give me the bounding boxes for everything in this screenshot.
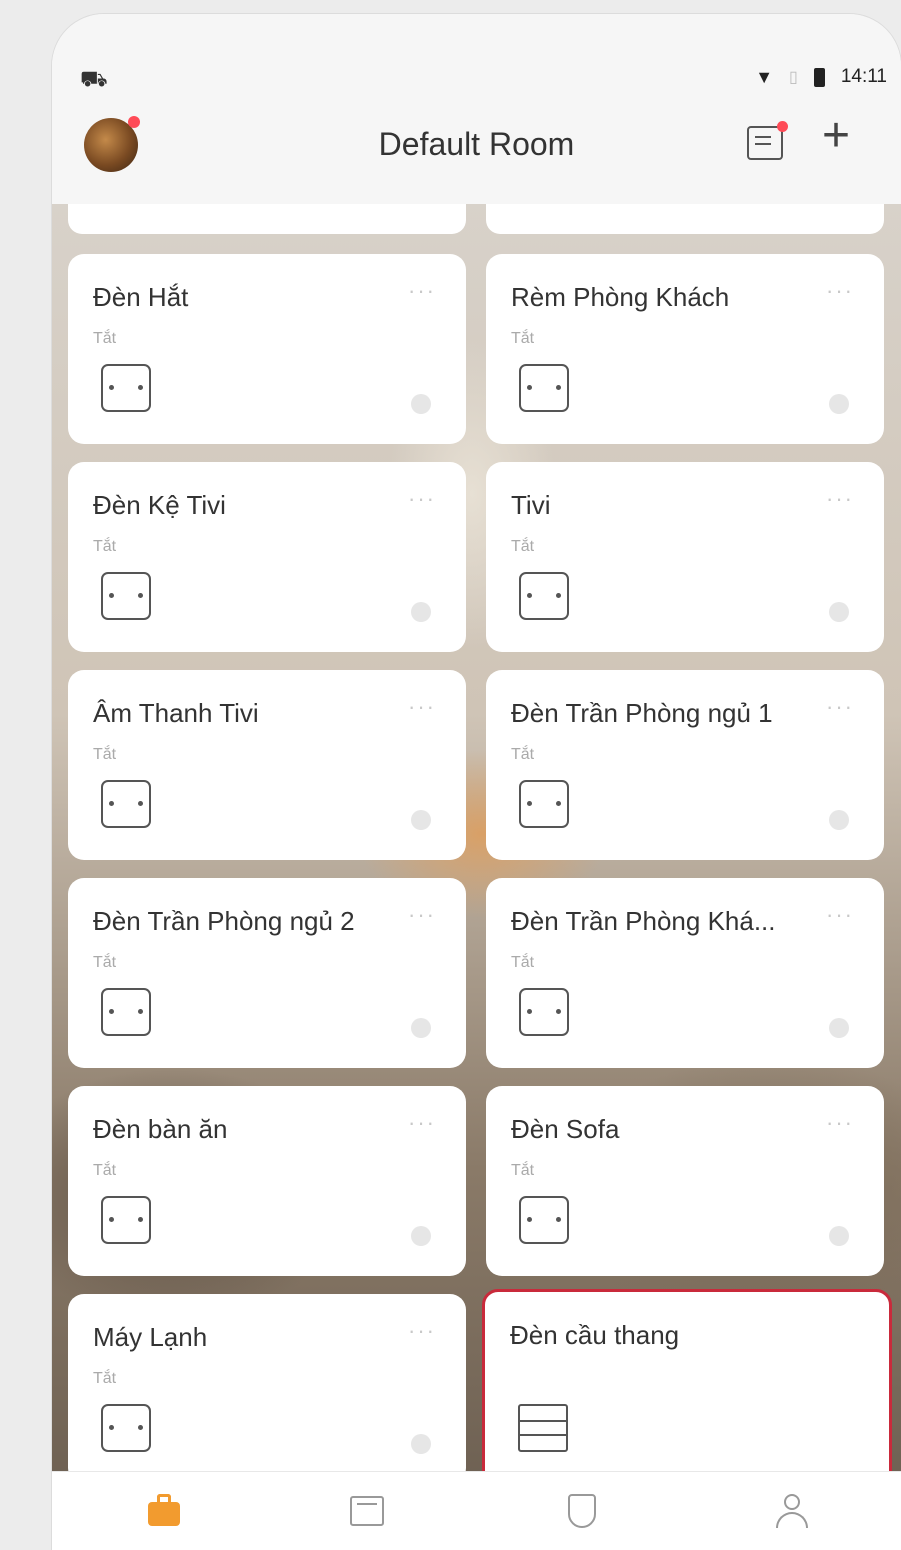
more-icon[interactable]: ··· [826,1110,854,1136]
device-name: Máy Lạnh [93,1322,208,1352]
device-name: Đèn bàn ăn [93,1114,228,1144]
device-card-partial[interactable] [486,204,884,234]
switch-icon [101,780,151,828]
device-status: Tắt [93,1370,117,1387]
more-icon[interactable]: ··· [408,1318,436,1344]
switch-icon [101,988,151,1036]
power-toggle[interactable] [829,810,849,830]
device-card[interactable]: Đèn Trần Phòng ngủ 2 ··· Tắt [68,878,466,1068]
profile-icon-body [776,1512,808,1528]
header: Default Room + [52,104,901,204]
device-name: Đèn Trần Phòng Khá... [511,906,776,936]
device-card[interactable]: Đèn Trần Phòng Khá... ··· Tắt [486,878,884,1068]
device-name: Đèn Trần Phòng ngủ 2 [93,906,355,936]
status-bar: ⛟ ▼ ▯ 14:11 [52,14,901,104]
power-toggle[interactable] [411,602,431,622]
tab-profile[interactable] [772,1492,812,1532]
notification-dot [777,121,788,132]
switch-icon [519,780,569,828]
home-icon [148,1494,180,1526]
power-toggle[interactable] [829,602,849,622]
device-card[interactable]: Đèn Sofa ··· Tắt [486,1086,884,1276]
device-status: Tắt [511,538,535,555]
wifi-icon: ▼ [755,66,774,87]
power-toggle[interactable] [829,394,849,414]
device-card-selected[interactable]: Đèn cầu thang [482,1289,892,1489]
scene-switch-icon [518,1404,568,1452]
switch-icon [101,1404,151,1452]
device-name: Đèn Hắt [93,282,189,312]
profile-icon [784,1494,800,1510]
device-name: Đèn Sofa [511,1114,620,1144]
device-status: Tắt [511,330,535,347]
device-status: Tắt [93,954,117,971]
device-status: Tắt [511,1162,535,1179]
device-card[interactable]: Đèn Hắt ··· Tắt [68,254,466,444]
sim-icon: ▯ [789,69,798,86]
power-toggle[interactable] [829,1226,849,1246]
message-icon[interactable] [747,121,788,160]
power-toggle[interactable] [411,1226,431,1246]
switch-icon [101,1196,151,1244]
device-status: Tắt [93,330,117,347]
switch-icon [519,364,569,412]
more-icon[interactable]: ··· [826,902,854,928]
switch-icon [519,572,569,620]
device-status: Tắt [511,746,535,763]
power-toggle[interactable] [411,394,431,414]
scene-icon [350,1496,384,1526]
device-card[interactable]: Rèm Phòng Khách ··· Tắt [486,254,884,444]
status-time: 14:11 [840,66,887,87]
device-card-partial[interactable] [68,204,466,234]
switch-icon [101,364,151,412]
power-toggle[interactable] [411,1434,431,1454]
device-card[interactable]: Đèn bàn ăn ··· Tắt [68,1086,466,1276]
tab-security[interactable] [562,1492,602,1532]
device-name: Âm Thanh Tivi [93,698,259,728]
app-notification-icon: ⛟ [80,66,108,91]
device-name: Đèn cầu thang [510,1320,680,1350]
device-status: Tắt [93,746,117,763]
more-icon[interactable]: ··· [408,902,436,928]
device-card[interactable]: Đèn Kệ Tivi ··· Tắt [68,462,466,652]
device-status: Tắt [93,538,117,555]
device-name: Tivi [511,490,551,520]
more-icon[interactable]: ··· [408,694,436,720]
more-icon[interactable]: ··· [408,486,436,512]
device-name: Đèn Kệ Tivi [93,490,226,520]
device-card[interactable]: Tivi ··· Tắt [486,462,884,652]
power-toggle[interactable] [829,1018,849,1038]
device-card[interactable]: Máy Lạnh ··· Tắt [68,1294,466,1484]
device-card[interactable]: Đèn Trần Phòng ngủ 1 ··· Tắt [486,670,884,860]
shield-icon [568,1494,596,1528]
tab-home[interactable] [144,1492,184,1532]
device-name: Rèm Phòng Khách [511,282,730,312]
device-status: Tắt [511,954,535,971]
device-name: Đèn Trần Phòng ngủ 1 [511,698,773,728]
device-status: Tắt [93,1162,117,1179]
more-icon[interactable]: ··· [826,486,854,512]
phone-screen: ⛟ ▼ ▯ 14:11 Default Room + Đèn Hắt ··· T… [52,14,901,1550]
power-toggle[interactable] [411,810,431,830]
bottom-tab-bar [52,1471,901,1550]
more-icon[interactable]: ··· [408,278,436,304]
switch-icon [519,988,569,1036]
tab-scene[interactable] [348,1492,388,1532]
device-card[interactable]: Âm Thanh Tivi ··· Tắt [68,670,466,860]
more-icon[interactable]: ··· [408,1110,436,1136]
more-icon[interactable]: ··· [826,278,854,304]
power-toggle[interactable] [411,1018,431,1038]
battery-icon [813,67,825,87]
switch-icon [101,572,151,620]
more-icon[interactable]: ··· [826,694,854,720]
add-icon[interactable]: + [822,112,850,160]
switch-icon [519,1196,569,1244]
